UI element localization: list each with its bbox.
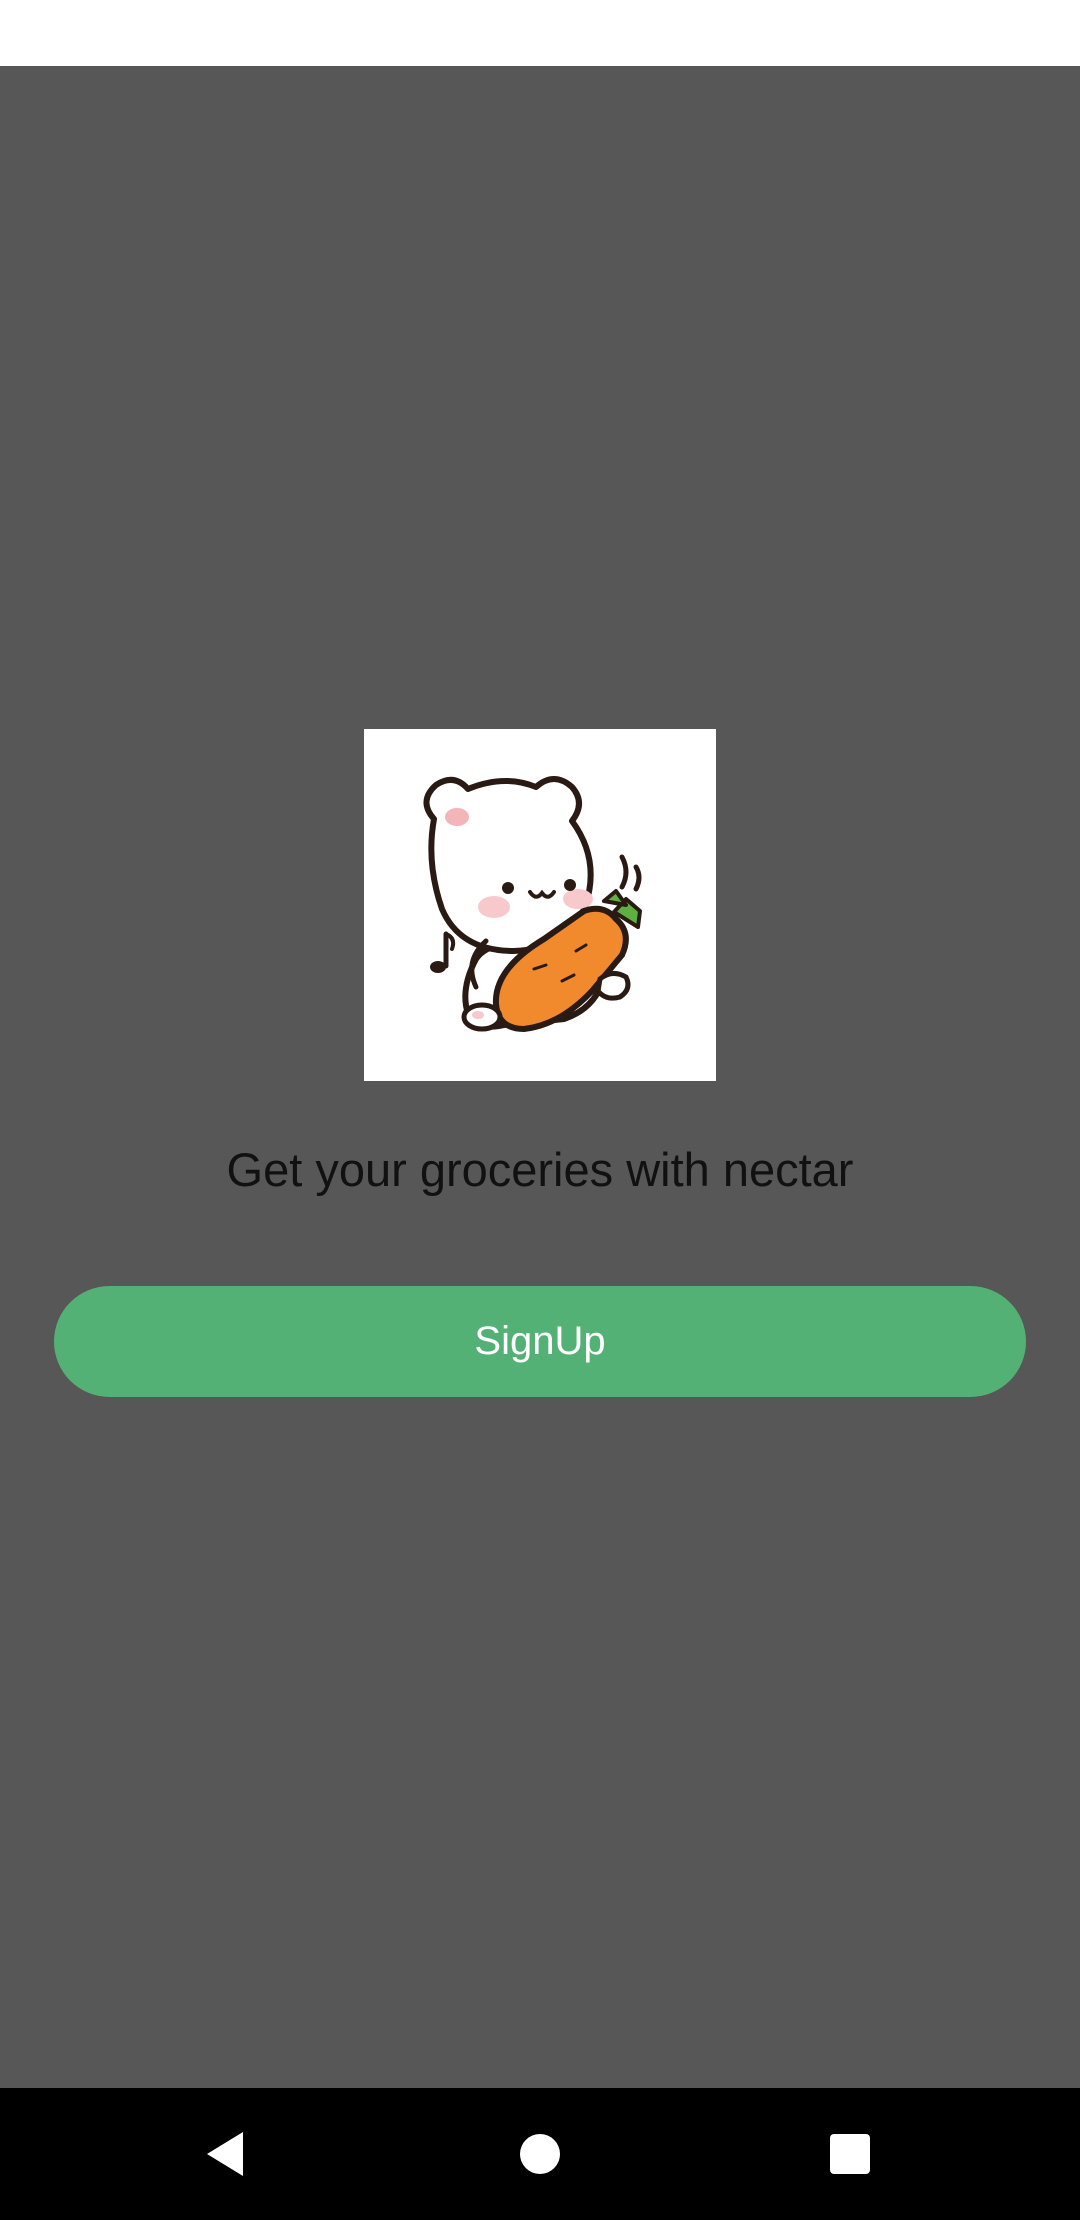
nav-home-button[interactable] [460,2088,620,2220]
circle-home-icon [520,2134,560,2174]
music-note-icon [430,931,456,973]
bear-carrot-illustration [364,729,716,1081]
nav-back-button[interactable] [145,2088,305,2220]
square-recents-icon [830,2134,870,2174]
status-bar [0,0,1080,66]
nav-recents-button[interactable] [770,2088,930,2220]
bear-holding-carrot-icon [423,776,642,1032]
triangle-back-icon [207,2132,243,2176]
signup-button[interactable]: SignUp [54,1286,1026,1397]
system-navigation-bar [0,2088,1080,2220]
tagline-text: Get your groceries with nectar [226,1143,854,1196]
